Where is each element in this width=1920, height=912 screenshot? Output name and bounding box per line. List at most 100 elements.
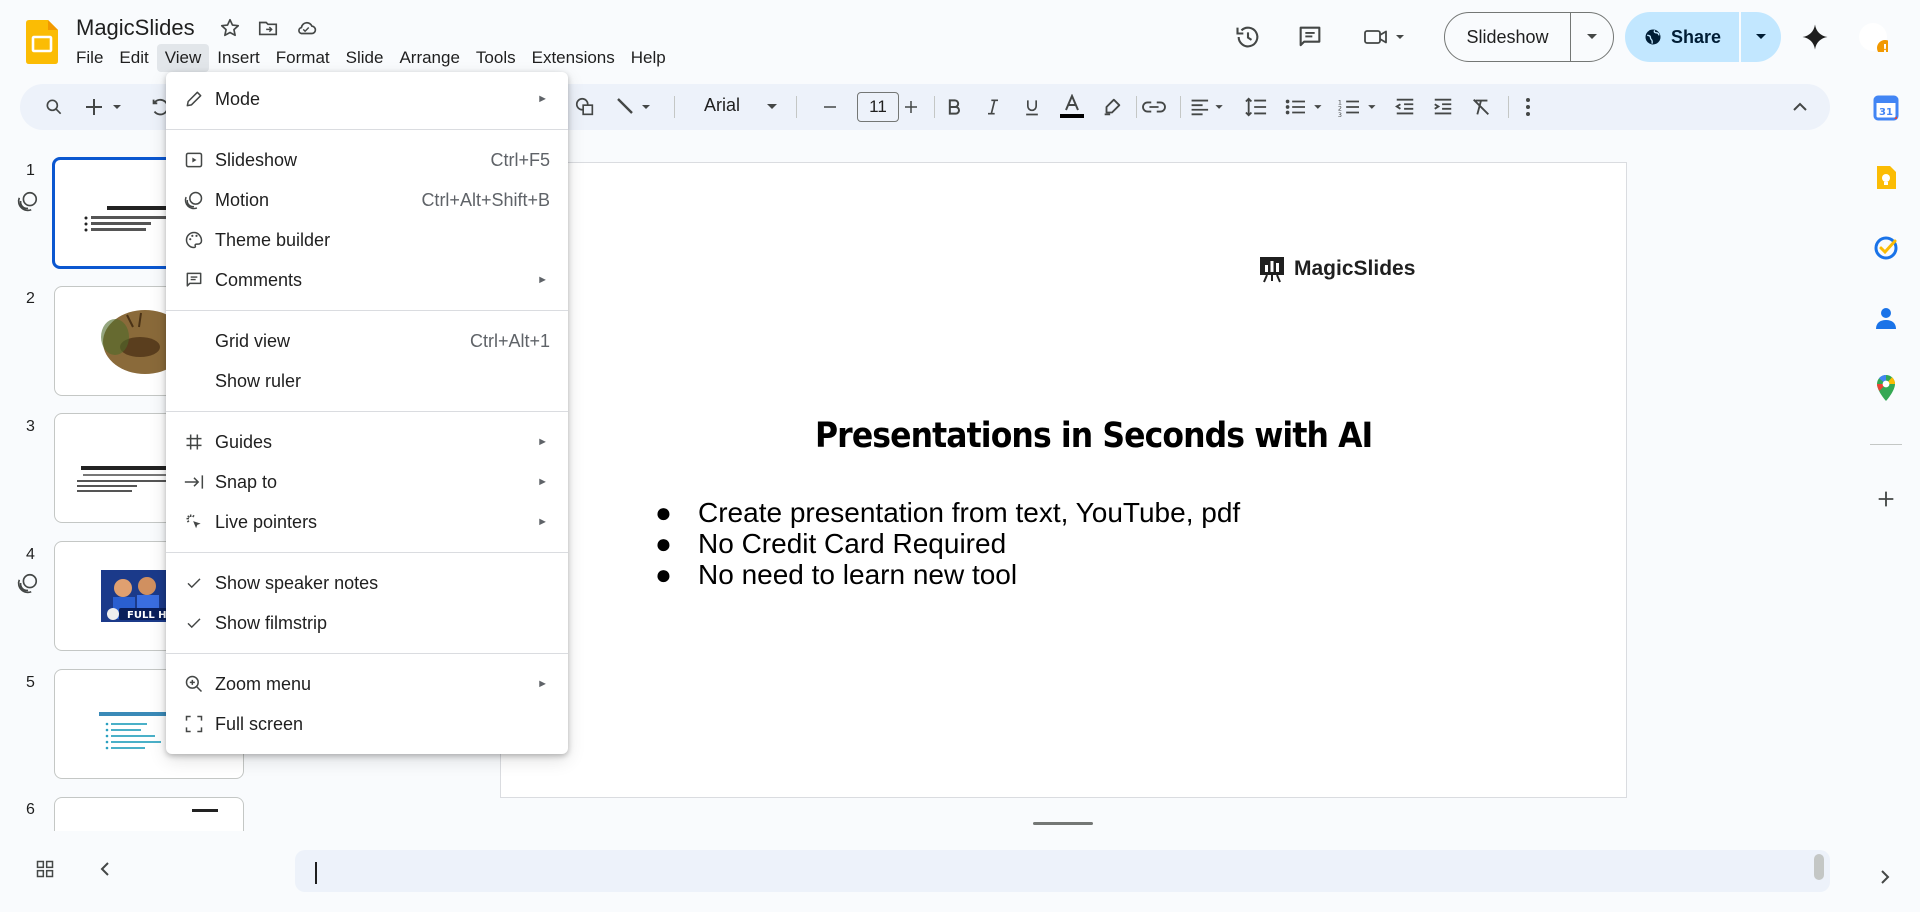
decrease-font-size-icon[interactable] — [818, 95, 842, 119]
shape-icon[interactable] — [572, 95, 598, 119]
speaker-notes-input[interactable] — [295, 850, 1830, 892]
submenu-arrow-icon: ► — [537, 436, 548, 448]
menu-slide[interactable]: Slide — [338, 44, 392, 72]
slide-canvas[interactable] — [500, 162, 1627, 798]
star-icon[interactable] — [218, 16, 242, 40]
search-menus-icon[interactable] — [42, 95, 66, 119]
pencil-icon — [182, 87, 206, 111]
menu-item-slideshow[interactable]: Slideshow Ctrl+F5 — [166, 140, 568, 180]
line-icon[interactable] — [614, 95, 656, 119]
collapse-filmstrip-icon[interactable] — [92, 856, 118, 882]
document-title[interactable]: MagicSlides — [76, 14, 195, 42]
version-history-icon[interactable] — [1233, 22, 1263, 52]
menu-item-comments[interactable]: Comments ► — [166, 260, 568, 300]
comments-icon[interactable] — [1295, 22, 1325, 52]
cloud-status-icon[interactable] — [294, 16, 318, 40]
menu-item-theme-builder[interactable]: Theme builder — [166, 220, 568, 260]
motion-icon — [17, 190, 39, 212]
text-caret — [315, 862, 317, 884]
expand-side-panel-icon[interactable] — [1872, 864, 1898, 890]
menu-item-zoom-menu[interactable]: Zoom menu ► — [166, 664, 568, 704]
font-size-input[interactable]: 11 — [857, 92, 899, 122]
gemini-sparkle-icon[interactable] — [1800, 22, 1830, 52]
slide-number: 3 — [26, 418, 35, 435]
maps-icon[interactable] — [1872, 374, 1900, 402]
font-family-select[interactable]: Arial — [704, 95, 740, 116]
increase-indent-icon[interactable] — [1430, 95, 1456, 119]
menu-item-live-pointers[interactable]: Live pointers ► — [166, 502, 568, 542]
zoom-in-icon — [182, 672, 206, 696]
grid-view-icon[interactable] — [32, 856, 58, 882]
submenu-arrow-icon: ► — [537, 678, 548, 690]
account-avatar[interactable]: ! — [1858, 22, 1888, 52]
menu-insert[interactable]: Insert — [209, 44, 268, 72]
slideshow-label[interactable]: Slideshow — [1445, 13, 1571, 61]
shortcut-text: Ctrl+Alt+Shift+B — [421, 189, 550, 210]
new-slide-icon[interactable] — [84, 95, 126, 119]
meet-icon[interactable] — [1362, 22, 1412, 52]
italic-icon[interactable] — [981, 95, 1005, 119]
slide-title[interactable]: Presentations in Seconds with AI — [815, 416, 1373, 456]
list-item: ● No need to learn new tool — [655, 559, 1018, 590]
menu-item-show-speaker-notes[interactable]: Show speaker notes — [166, 563, 568, 603]
slideshow-button[interactable]: Slideshow — [1444, 12, 1614, 62]
slideshow-icon — [182, 148, 206, 172]
contacts-icon[interactable] — [1872, 304, 1900, 332]
collapse-toolbar-icon[interactable] — [1788, 95, 1812, 119]
bulleted-list-icon[interactable] — [1282, 95, 1328, 119]
keep-icon[interactable] — [1872, 164, 1900, 192]
font-family-dropdown-icon[interactable] — [765, 95, 779, 119]
more-options-icon[interactable] — [1518, 95, 1538, 119]
list-item: ● Create presentation from text, YouTube,… — [655, 497, 1241, 528]
menu-item-show-ruler[interactable]: Show ruler — [166, 361, 568, 401]
insert-link-icon[interactable] — [1140, 95, 1168, 119]
full-screen-icon — [182, 712, 206, 736]
text-color-icon[interactable] — [1058, 94, 1086, 119]
menu-item-mode[interactable]: Mode ► — [166, 79, 568, 119]
line-spacing-icon[interactable] — [1242, 95, 1270, 119]
motion-icon — [182, 188, 206, 212]
menu-file[interactable]: File — [68, 44, 111, 72]
snap-to-icon — [182, 470, 206, 494]
bold-icon[interactable] — [942, 95, 966, 119]
menu-item-snap-to[interactable]: Snap to ► — [166, 462, 568, 502]
menu-item-motion[interactable]: Motion Ctrl+Alt+Shift+B — [166, 180, 568, 220]
guides-grid-icon — [182, 430, 206, 454]
add-icon[interactable] — [1872, 485, 1900, 513]
menu-view[interactable]: View — [156, 44, 210, 72]
menu-help[interactable]: Help — [623, 44, 674, 72]
align-icon[interactable] — [1188, 95, 1230, 119]
menu-item-show-filmstrip[interactable]: Show filmstrip — [166, 603, 568, 643]
menu-edit[interactable]: Edit — [111, 44, 156, 72]
slide-brand-logo[interactable]: MagicSlides — [1258, 255, 1415, 283]
highlight-color-icon[interactable] — [1100, 95, 1124, 119]
menu-tools[interactable]: Tools — [468, 44, 524, 72]
decrease-indent-icon[interactable] — [1392, 95, 1418, 119]
menu-bar: File Edit View Insert Format Slide Arran… — [68, 44, 674, 72]
move-folder-icon[interactable] — [256, 16, 280, 40]
submenu-arrow-icon: ► — [537, 274, 548, 286]
menu-extensions[interactable]: Extensions — [524, 44, 623, 72]
share-button[interactable]: Share — [1625, 12, 1781, 62]
menu-item-grid-view[interactable]: Grid view Ctrl+Alt+1 — [166, 321, 568, 361]
notes-resize-handle[interactable] — [1033, 822, 1093, 825]
submenu-arrow-icon: ► — [537, 516, 548, 528]
increase-font-size-icon[interactable] — [899, 95, 923, 119]
notes-scrollbar[interactable] — [1814, 854, 1824, 880]
calendar-icon[interactable]: 31 — [1872, 94, 1900, 122]
slides-logo-icon[interactable] — [26, 20, 58, 64]
slide-bullet-list[interactable]: ● Create presentation from text, YouTube,… — [655, 497, 1240, 590]
numbered-list-icon[interactable]: 123 — [1336, 95, 1382, 119]
menu-format[interactable]: Format — [268, 44, 338, 72]
menu-item-guides[interactable]: Guides ► — [166, 422, 568, 462]
tasks-icon[interactable] — [1872, 234, 1900, 262]
share-dropdown-icon[interactable] — [1741, 12, 1781, 62]
slide-number: 1 — [26, 162, 35, 179]
motion-icon — [17, 572, 39, 594]
slideshow-dropdown-icon[interactable] — [1571, 13, 1613, 61]
underline-icon[interactable] — [1020, 95, 1044, 119]
menu-item-full-screen[interactable]: Full screen — [166, 704, 568, 744]
menu-arrange[interactable]: Arrange — [391, 44, 467, 72]
clear-formatting-icon[interactable] — [1468, 95, 1494, 119]
slide-thumbnail-6[interactable] — [54, 797, 244, 831]
